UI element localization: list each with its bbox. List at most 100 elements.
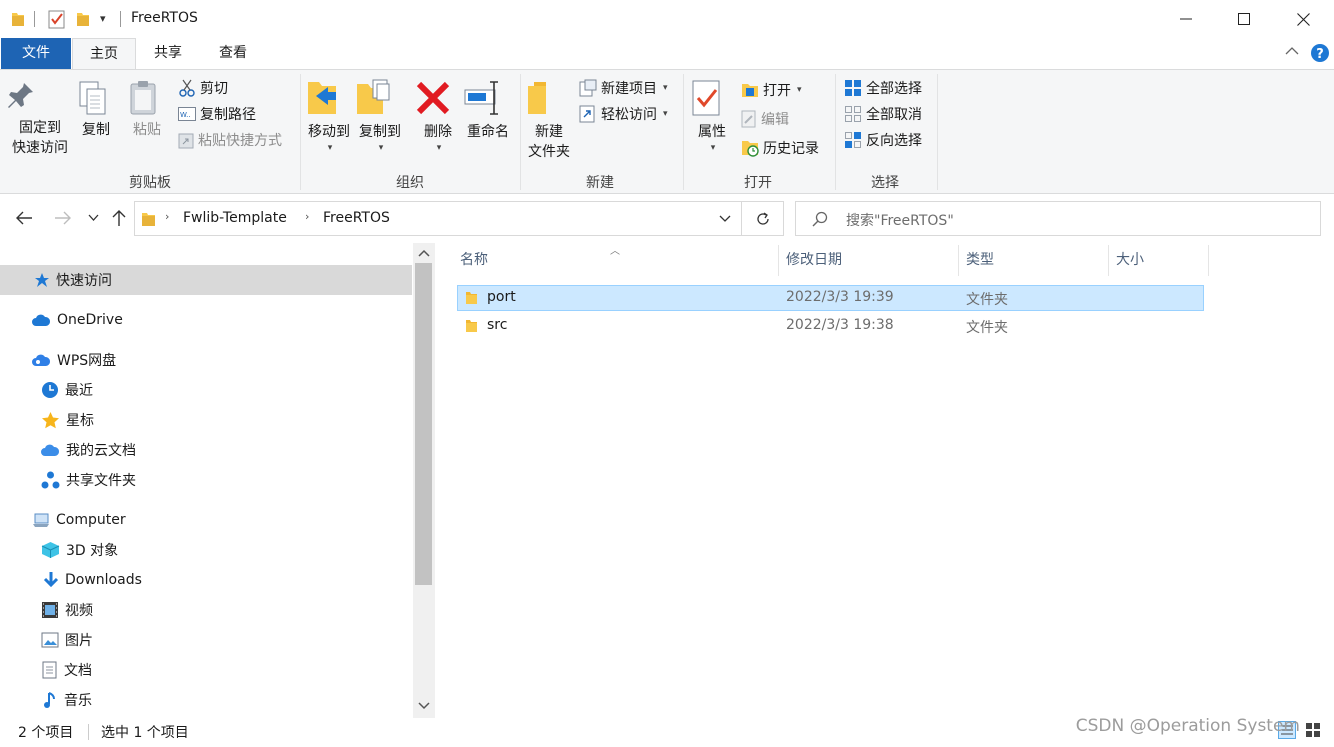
paste-shortcut-button[interactable]: 粘贴快捷方式 xyxy=(178,129,282,151)
new-folder-button[interactable]: 新建 文件夹 xyxy=(524,78,574,162)
clock-icon xyxy=(42,382,58,398)
file-type: 文件夹 xyxy=(966,292,1008,308)
copy-to-button[interactable]: 复制到 ▾ xyxy=(355,78,405,158)
status-selected-count: 选中 1 个项目 xyxy=(101,725,189,741)
minimize-button[interactable] xyxy=(1157,0,1215,38)
select-none-button[interactable]: 全部取消 xyxy=(844,103,922,125)
address-bar[interactable]: › Fwlib-Template › FreeRTOS xyxy=(134,201,742,236)
column-header-type[interactable]: 类型 xyxy=(958,243,1108,278)
nav-item-starred[interactable]: 星标 xyxy=(0,405,412,435)
nav-item-3d-objects[interactable]: 3D 对象 xyxy=(0,535,412,565)
nav-item-pictures[interactable]: 图片 xyxy=(0,625,412,655)
paste-button[interactable]: 粘贴 xyxy=(127,80,167,140)
pin-quick-access-button[interactable]: 固定到 快速访问 xyxy=(6,80,74,158)
breadcrumb-fwlib-template[interactable]: Fwlib-Template xyxy=(183,210,287,226)
music-note-icon xyxy=(44,692,55,708)
group-label-clipboard: 剪贴板 xyxy=(129,175,171,191)
navigation-pane: 快速访问 OneDrive WPS网盘 最近 星标 我的云文档 共享文件夹 Co… xyxy=(0,243,435,718)
status-item-count: 2 个项目 xyxy=(18,725,74,741)
new-folder-quick-icon[interactable] xyxy=(75,10,91,28)
properties-quick-icon[interactable] xyxy=(48,9,66,29)
forward-arrow-icon[interactable] xyxy=(54,210,72,226)
collapse-ribbon-icon[interactable] xyxy=(1285,46,1299,56)
close-button[interactable] xyxy=(1274,0,1332,38)
edit-button[interactable]: 编辑 xyxy=(741,108,789,130)
nav-scrollbar-thumb[interactable] xyxy=(415,263,432,585)
search-box[interactable]: 搜索"FreeRTOS" xyxy=(795,201,1321,236)
select-none-icon xyxy=(845,106,861,122)
refresh-button[interactable] xyxy=(742,201,784,236)
file-name: port xyxy=(487,289,516,305)
delete-button[interactable]: 删除 ▾ xyxy=(416,78,460,158)
edit-icon xyxy=(741,110,756,128)
scroll-up-icon[interactable] xyxy=(418,249,430,257)
address-row: › Fwlib-Template › FreeRTOS 搜索"FreeRTOS" xyxy=(0,195,1334,241)
up-arrow-icon[interactable] xyxy=(111,209,127,227)
move-to-button[interactable]: 移动到 ▾ xyxy=(304,78,354,158)
file-row[interactable]: port 2022/3/3 19:39 文件夹 xyxy=(457,285,1204,311)
rename-button[interactable]: 重命名 xyxy=(462,78,514,142)
scroll-down-icon[interactable] xyxy=(418,702,430,710)
delete-x-icon xyxy=(416,78,460,118)
copy-button[interactable]: 复制 xyxy=(76,80,116,140)
file-row[interactable]: src 2022/3/3 19:38 文件夹 xyxy=(457,313,1204,339)
file-modified: 2022/3/3 19:38 xyxy=(786,317,894,333)
pin-icon xyxy=(6,80,74,114)
nav-item-my-cloud-docs[interactable]: 我的云文档 xyxy=(0,435,412,465)
new-item-button[interactable]: 新建项目 ▾ xyxy=(579,77,668,99)
nav-item-onedrive[interactable]: OneDrive xyxy=(0,305,412,335)
nav-item-documents[interactable]: 文档 xyxy=(0,655,412,685)
cloud-icon xyxy=(41,444,60,456)
open-button[interactable]: 打开 ▾ xyxy=(741,79,802,101)
picture-icon xyxy=(41,632,59,648)
group-label-select: 选择 xyxy=(871,175,899,191)
svg-text:?: ? xyxy=(1316,47,1324,62)
back-arrow-icon[interactable] xyxy=(15,210,33,226)
nav-item-quick-access[interactable]: 快速访问 xyxy=(0,265,412,295)
invert-selection-button[interactable]: 反向选择 xyxy=(844,129,922,151)
document-icon xyxy=(42,661,57,679)
help-icon[interactable]: ? xyxy=(1310,43,1330,63)
move-to-icon xyxy=(304,78,354,118)
customize-quick-access-icon[interactable]: ▾ xyxy=(100,12,106,25)
select-all-button[interactable]: 全部选择 xyxy=(844,77,922,99)
breadcrumb-freertos[interactable]: FreeRTOS xyxy=(323,210,390,226)
tab-home[interactable]: 主页 xyxy=(72,38,136,70)
column-header-name[interactable]: 名称 xyxy=(452,243,778,278)
maximize-button[interactable] xyxy=(1215,0,1273,38)
ribbon-tabs: 文件 主页 共享 查看 ? xyxy=(0,38,1334,70)
window-title: FreeRTOS xyxy=(131,10,198,26)
nav-item-recent[interactable]: 最近 xyxy=(0,375,412,405)
nav-item-wps-drive[interactable]: WPS网盘 xyxy=(0,345,412,375)
address-history-chevron-icon[interactable] xyxy=(719,215,731,223)
tab-file[interactable]: 文件 xyxy=(1,38,71,69)
large-icons-view-icon[interactable] xyxy=(1304,721,1322,739)
nav-scrollbar[interactable] xyxy=(413,243,435,718)
copy-path-button[interactable]: W.. 复制路径 xyxy=(178,103,256,125)
share-nodes-icon xyxy=(41,471,60,489)
scissors-icon xyxy=(179,79,195,97)
history-button[interactable]: 历史记录 xyxy=(741,137,819,159)
title-bar: ▾ FreeRTOS xyxy=(0,0,1334,38)
column-header-size[interactable]: 大小 xyxy=(1108,243,1208,278)
nav-item-videos[interactable]: 视频 xyxy=(0,595,412,625)
file-name: src xyxy=(487,317,508,333)
nav-item-shared-folder[interactable]: 共享文件夹 xyxy=(0,465,412,495)
cube-3d-icon xyxy=(41,542,60,558)
column-header-modified[interactable]: 修改日期 xyxy=(778,243,958,278)
recent-locations-chevron-icon[interactable] xyxy=(88,214,99,222)
nav-item-downloads[interactable]: Downloads xyxy=(0,565,412,595)
file-list: ︿ 名称 修改日期 类型 大小 port 2022/3/3 19:39 文件夹 … xyxy=(445,243,1334,718)
onedrive-cloud-icon xyxy=(32,314,51,326)
tab-share[interactable]: 共享 xyxy=(140,38,196,69)
paste-icon xyxy=(127,80,167,116)
properties-button[interactable]: 属性 ▾ xyxy=(690,78,734,158)
easy-access-button[interactable]: 轻松访问 ▾ xyxy=(579,103,668,125)
invert-selection-icon xyxy=(845,132,861,148)
nav-item-music[interactable]: 音乐 xyxy=(0,685,412,715)
easy-access-icon xyxy=(579,105,595,123)
cut-button[interactable]: 剪切 xyxy=(178,77,228,99)
tab-view[interactable]: 查看 xyxy=(205,38,261,69)
select-all-icon xyxy=(845,80,861,96)
nav-item-computer[interactable]: Computer xyxy=(0,505,412,535)
